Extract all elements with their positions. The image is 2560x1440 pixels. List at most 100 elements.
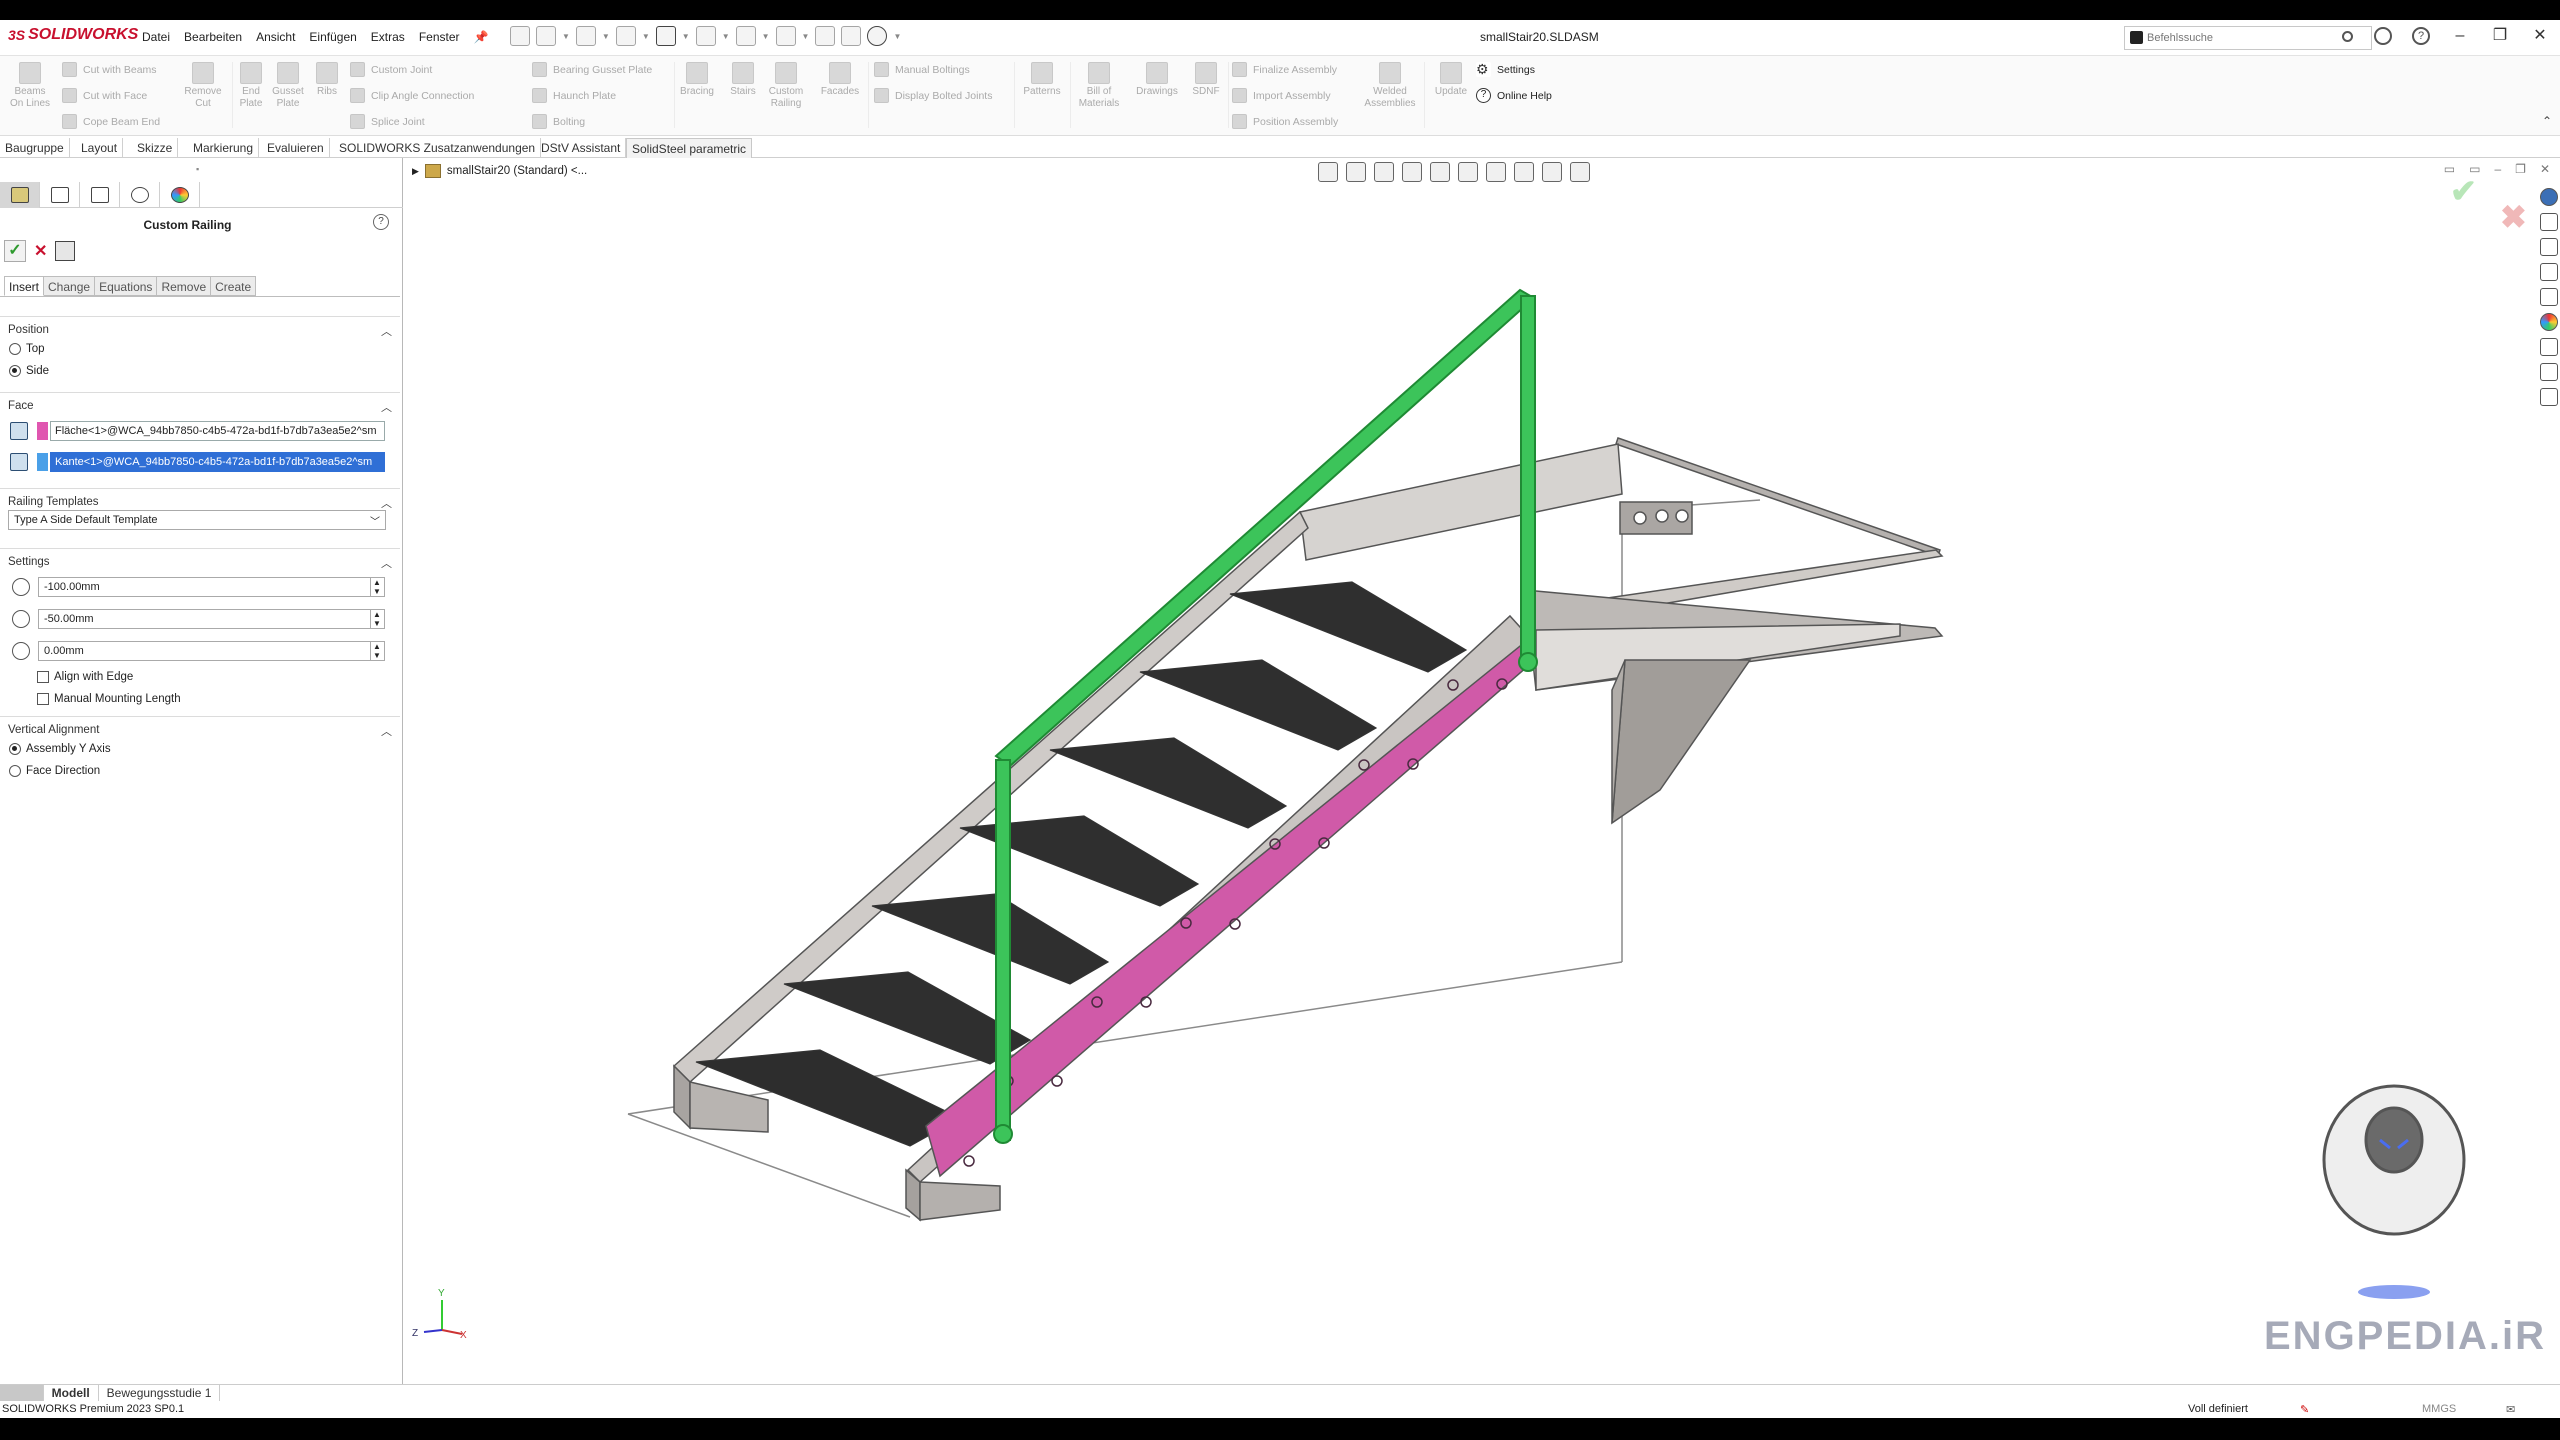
tab-remove[interactable]: Remove [157,276,212,296]
radio-side[interactable]: Side [0,360,400,382]
drawings-button[interactable]: Drawings [1130,62,1184,98]
user-account-icon[interactable] [2374,27,2392,45]
offset-2-spinner[interactable]: ▲ ▼ [370,610,383,628]
rebuild-icon[interactable] [815,26,836,46]
search-icon[interactable] [2342,31,2353,42]
cope-beam-end-button[interactable]: Cope Beam End [62,114,160,129]
chevron-up-icon[interactable]: ︿ [381,723,392,739]
redo-icon[interactable] [735,26,756,46]
tab-solidsteel-parametric[interactable]: SolidSteel parametric [626,138,753,158]
file-properties-icon[interactable] [841,26,862,46]
menu-datei[interactable]: Datei [142,30,170,44]
custom-joint-button[interactable]: Custom Joint [350,62,432,77]
facades-button[interactable]: Facades [818,62,862,98]
tab-equations[interactable]: Equations [95,276,158,296]
settings-button[interactable]: ⚙ Settings [1476,62,1535,77]
offset-2-input[interactable]: -50.00mm [38,609,385,629]
tab-change[interactable]: Change [44,276,96,296]
bill-of-materials-button[interactable]: Bill of Materials [1074,62,1124,110]
beams-on-lines-button[interactable]: Beams On Lines [8,62,52,110]
end-plate-button[interactable]: End Plate [236,62,266,110]
custom-railing-button[interactable]: Custom Railing [766,62,806,110]
bolting-button[interactable]: Bolting [532,114,585,129]
new-document-icon[interactable] [536,26,556,46]
offset-1-spinner[interactable]: ▲ ▼ [370,578,383,596]
offset-1-input[interactable]: -100.00mm [38,577,385,597]
cut-with-face-button[interactable]: Cut with Face [62,88,147,103]
manual-boltings-button[interactable]: Manual Boltings [874,62,970,77]
haunch-plate-button[interactable]: Haunch Plate [532,88,616,103]
graphics-viewport[interactable]: ▶ smallStair20 (Standard) <... ▭ ▭ – ❐ ✕ ✔ ✖ [404,158,2560,1384]
tab-skizze[interactable]: Skizze [132,138,179,158]
restore-button[interactable]: ❐ [2490,26,2510,46]
align-with-edge-checkbox[interactable]: Align with Edge [0,666,400,688]
import-assembly-button[interactable]: Import Assembly [1232,88,1331,103]
update-button[interactable]: Update [1428,62,1474,98]
welded-assemblies-button[interactable]: Welded Assemblies [1360,62,1420,110]
clip-angle-connection-button[interactable]: Clip Angle Connection [350,88,474,103]
tab-3d-views[interactable] [0,1385,44,1401]
menu-extras[interactable]: Extras [371,30,405,44]
options-gear-icon[interactable] [867,26,888,46]
featuremanager-tab[interactable] [0,182,40,208]
gusset-plate-button[interactable]: Gusset Plate [270,62,306,110]
manual-mounting-length-checkbox[interactable]: Manual Mounting Length [0,688,400,710]
finalize-assembly-button[interactable]: Finalize Assembly [1232,62,1337,77]
tab-insert[interactable]: Insert [4,276,45,296]
keep-visible-pin-button[interactable] [55,241,76,261]
tab-create[interactable]: Create [211,276,257,296]
help-icon[interactable]: ? [2412,27,2430,45]
displaymanager-tab[interactable] [160,182,200,208]
face-selection-box[interactable]: Fläche<1>@WCA_94bb7850-c4b5-472a-bd1f-b7… [50,421,385,441]
edge-selection-box[interactable]: Kante<1>@WCA_94bb7850-c4b5-472a-bd1f-b7d… [50,452,385,472]
rebuild-status-icon[interactable]: ✎ [2300,1403,2309,1416]
units-display[interactable]: MMGS [2422,1403,2456,1415]
railing-template-select[interactable]: Type A Side Default Template ﹀ [8,510,386,530]
stairs-button[interactable]: Stairs [726,62,760,98]
command-search-input[interactable]: Befehlssuche [2124,26,2372,50]
radio-assembly-y-axis[interactable]: Assembly Y Axis [0,738,400,760]
home-icon[interactable] [510,26,530,46]
tab-baugruppe[interactable]: Baugruppe [0,138,70,158]
stair-model[interactable]: Y X Z [404,158,2560,1384]
menu-bearbeiten[interactable]: Bearbeiten [184,30,242,44]
tab-markierung[interactable]: Markierung [188,138,260,158]
open-icon[interactable] [575,26,596,46]
remove-cut-button[interactable]: Remove Cut [180,62,226,110]
tab-modell[interactable]: Modell [43,1385,99,1401]
propertymanager-tab[interactable] [40,182,80,208]
collapse-ribbon-icon[interactable]: ⌃ [2542,114,2552,128]
select-icon[interactable] [775,26,796,46]
offset-3-spinner[interactable]: ▲ ▼ [370,642,383,660]
notification-icon[interactable]: ✉ [2506,1403,2515,1416]
position-header[interactable]: Position ︿ [0,316,400,338]
ribs-button[interactable]: Ribs [312,62,342,98]
undo-icon[interactable] [695,26,716,46]
help-icon[interactable]: ? [373,214,389,230]
close-button[interactable]: ✕ [2530,26,2550,46]
ok-button[interactable]: ✓ [4,240,26,262]
tab-layout[interactable]: Layout [76,138,124,158]
chevron-up-icon[interactable]: ︿ [381,399,392,415]
online-help-button[interactable]: ? Online Help [1476,88,1552,103]
radio-top[interactable]: Top [0,338,400,360]
save-icon[interactable] [615,26,636,46]
pin-icon[interactable]: 📌 [474,30,489,44]
radio-face-direction[interactable]: Face Direction [0,760,400,782]
tab-dstv-assistant[interactable]: DStV Assistant [536,138,627,158]
chevron-up-icon[interactable]: ︿ [381,323,392,339]
print-icon[interactable] [655,26,676,46]
splice-joint-button[interactable]: Splice Joint [350,114,425,129]
cut-with-beams-button[interactable]: Cut with Beams [62,62,157,77]
settings-header[interactable]: Settings ︿ [0,548,400,570]
display-bolted-joints-button[interactable]: Display Bolted Joints [874,88,992,103]
chevron-up-icon[interactable]: ︿ [381,495,392,511]
vertical-alignment-header[interactable]: Vertical Alignment ︿ [0,716,400,738]
railing-templates-header[interactable]: Railing Templates ︿ [0,488,400,510]
menu-einfuegen[interactable]: Einfügen [309,30,356,44]
tab-zusatzanwendungen[interactable]: SOLIDWORKS Zusatzanwendungen [334,138,542,158]
patterns-button[interactable]: Patterns [1018,62,1066,98]
face-header[interactable]: Face ︿ [0,392,400,414]
bearing-gusset-plate-button[interactable]: Bearing Gusset Plate [532,62,652,77]
offset-3-input[interactable]: 0.00mm [38,641,385,661]
